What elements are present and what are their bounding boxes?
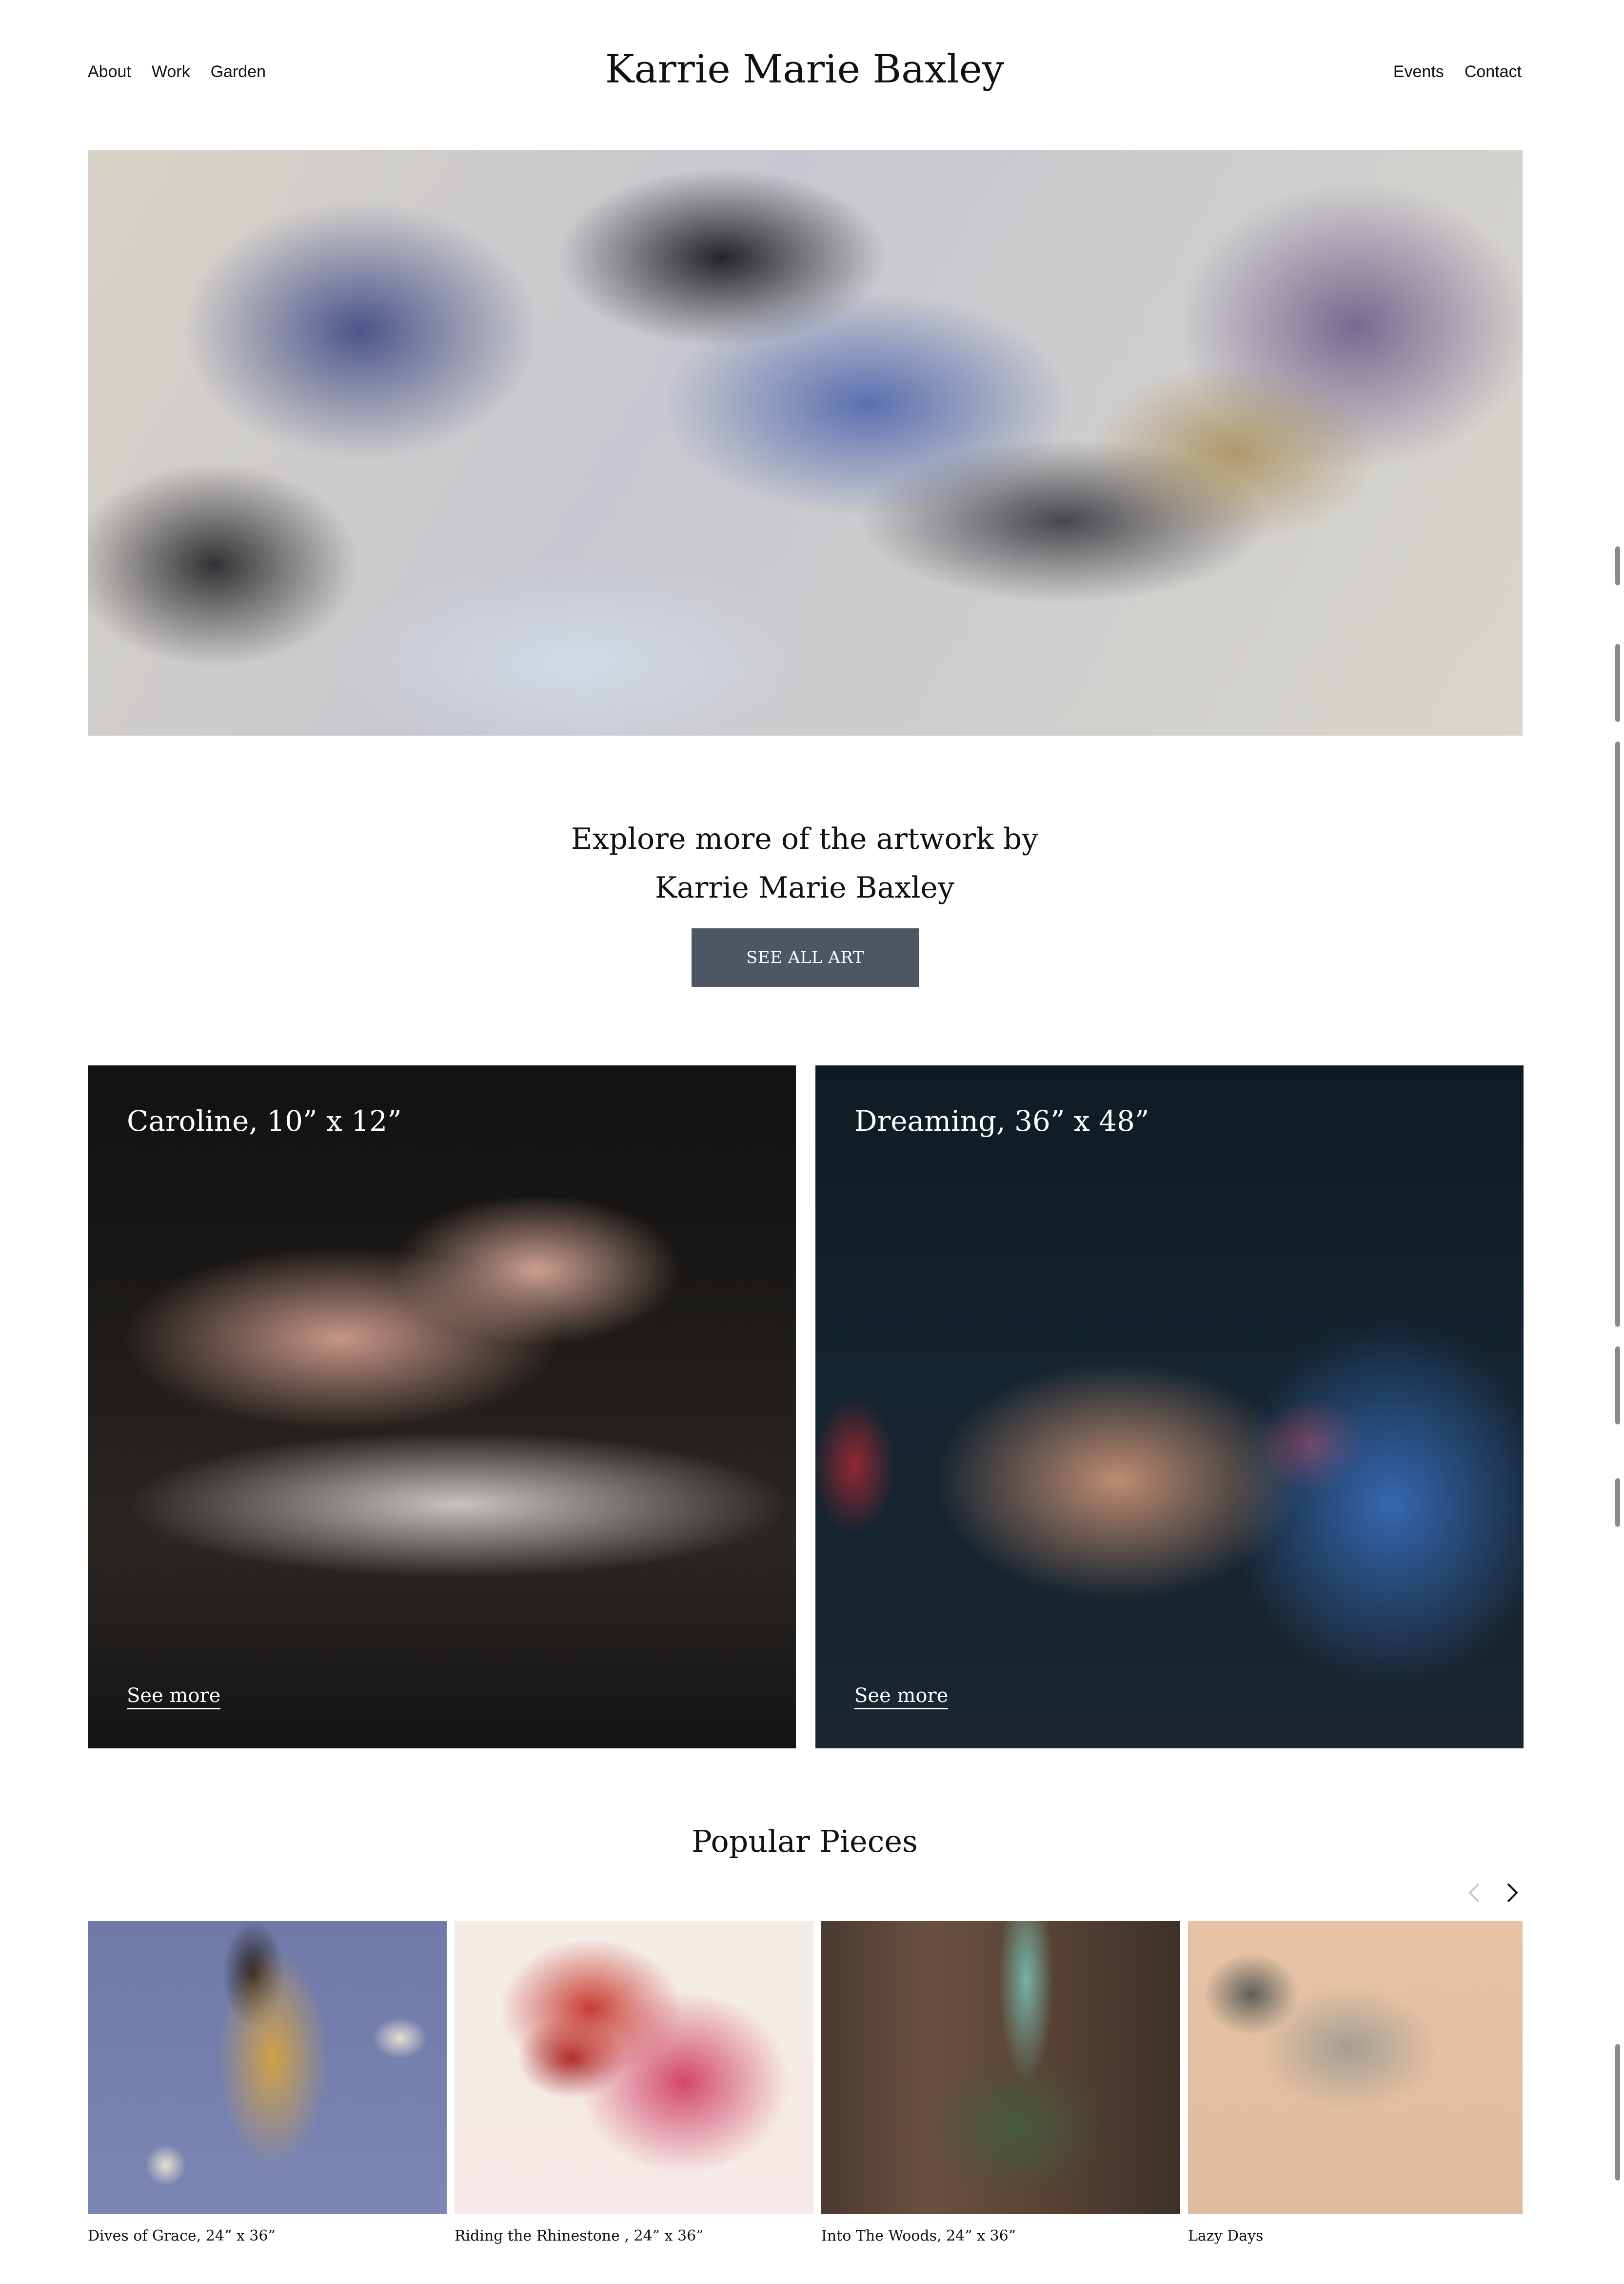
nav-events[interactable]: Events [1393, 62, 1444, 81]
scroll-indicator [1615, 546, 1620, 585]
artwork-thumbnail[interactable] [455, 1921, 813, 2214]
scroll-indicator [1615, 644, 1620, 722]
feature-card-caroline[interactable]: Caroline, 10” x 12” See more [88, 1065, 796, 1748]
carousel-next-button[interactable] [1497, 1878, 1526, 1907]
scroll-indicator [1615, 2044, 1620, 2181]
artwork-thumbnail[interactable] [88, 1921, 447, 2214]
see-more-link[interactable]: See more [854, 1684, 949, 1709]
scroll-indicator [1615, 1346, 1620, 1424]
see-all-art-button[interactable]: SEE ALL ART [692, 928, 919, 987]
hero-artwork-image [88, 150, 1523, 736]
popular-pieces-heading: Popular Pieces [692, 1823, 918, 1859]
artwork-caption: Dives of Grace, 24” x 36” [88, 2227, 276, 2244]
explore-heading: Explore more of the artwork by Karrie Ma… [0, 815, 1609, 912]
popular-piece-card[interactable]: Into The Woods, 24” x 36” [821, 1921, 1180, 2244]
nav-contact[interactable]: Contact [1465, 62, 1522, 81]
feature-card-title: Dreaming, 36” x 48” [854, 1104, 1149, 1138]
scroll-indicator [1615, 1478, 1620, 1527]
see-more-link[interactable]: See more [127, 1684, 221, 1709]
chevron-left-icon [1468, 1883, 1480, 1903]
feature-card-title: Caroline, 10” x 12” [127, 1104, 402, 1138]
artwork-caption: Riding the Rhinestone , 24” x 36” [455, 2227, 704, 2244]
site-title[interactable]: Karrie Marie Baxley [0, 46, 1609, 92]
popular-piece-card[interactable]: Dives of Grace, 24” x 36” [88, 1921, 447, 2244]
artwork-caption: Into The Woods, 24” x 36” [821, 2227, 1016, 2244]
artwork-caption: Lazy Days [1188, 2227, 1264, 2244]
chevron-right-icon [1507, 1883, 1518, 1903]
primary-nav-right: Events Contact [1393, 62, 1522, 81]
popular-piece-card[interactable]: Riding the Rhinestone , 24” x 36” [455, 1921, 813, 2244]
popular-piece-card[interactable]: Lazy Days [1188, 1921, 1523, 2244]
explore-heading-line2: Karrie Marie Baxley [655, 871, 954, 905]
carousel-prev-button[interactable] [1460, 1878, 1489, 1907]
feature-card-dreaming[interactable]: Dreaming, 36” x 48” See more [815, 1065, 1524, 1748]
explore-heading-line1: Explore more of the artwork by [571, 822, 1039, 856]
artwork-thumbnail[interactable] [1188, 1921, 1523, 2214]
scroll-indicator [1615, 741, 1620, 1327]
artwork-thumbnail[interactable] [821, 1921, 1180, 2214]
